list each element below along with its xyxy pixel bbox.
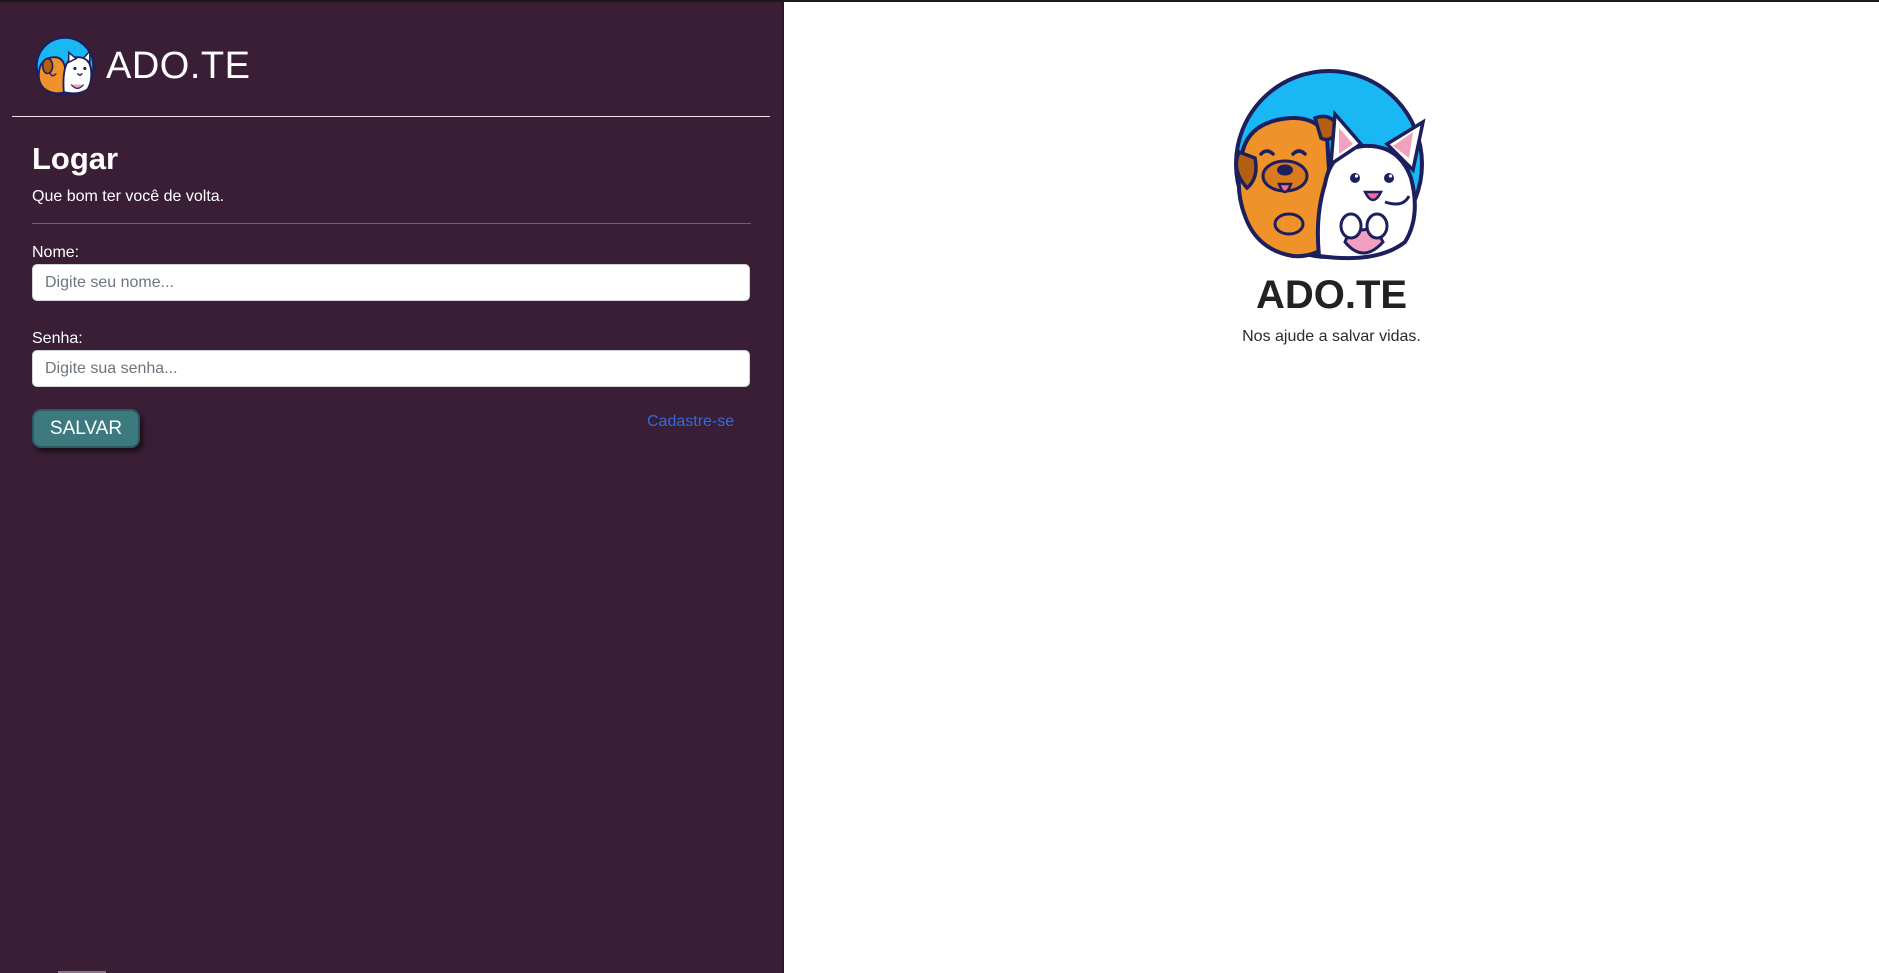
- name-input[interactable]: [32, 264, 750, 301]
- hero-panel: ADO.TE Nos ajude a salvar vidas.: [784, 0, 1879, 973]
- password-input[interactable]: [32, 350, 750, 387]
- header-divider: [12, 116, 770, 117]
- brand-title: ADO.TE: [106, 45, 251, 87]
- brand-header: ADO.TE: [34, 35, 250, 97]
- section-divider: [32, 223, 751, 224]
- dog-and-cat-logo-icon: [1234, 69, 1426, 261]
- login-subtitle: Que bom ter você de volta.: [32, 188, 225, 205]
- hero-tagline: Nos ajude a salvar vidas.: [1242, 328, 1421, 345]
- login-heading: Logar: [32, 141, 119, 176]
- name-label: Nome:: [32, 244, 80, 261]
- register-link[interactable]: Cadastre-se: [647, 412, 734, 432]
- dog-and-cat-logo-icon: [35, 36, 95, 96]
- password-label: Senha:: [32, 330, 83, 347]
- save-button[interactable]: SALVAR: [32, 409, 140, 448]
- login-panel: ADO.TE Logar Que bom ter você de volta. …: [0, 2, 782, 973]
- hero-title: ADO.TE: [1255, 273, 1408, 317]
